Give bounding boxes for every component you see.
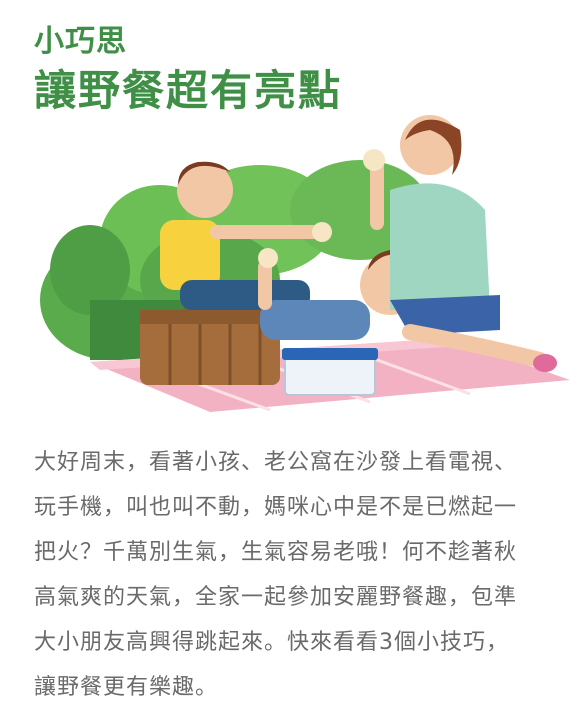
- body-line: 讓野餐更有樂趣。: [34, 675, 219, 700]
- article-page: 小巧思 讓野餐超有亮點 大好周末，看著小孩、老公窩在沙發上看電視、 玩手機，叫也…: [0, 0, 581, 708]
- body-line: 大好周末，看著小孩、老公窩在沙發上看電視、: [34, 450, 518, 475]
- article-kicker: 小巧思: [34, 24, 127, 59]
- mother: [363, 115, 557, 372]
- body-line: 把火？千萬別生氣，生氣容易老哦！何不趁著秋: [34, 540, 518, 565]
- body-line: 玩手機，叫也叫不動，媽咪心中是不是已燃起一: [34, 495, 518, 520]
- family-picnic-illustration: [40, 115, 570, 412]
- body-line: 大小朋友高興得跳起來。快來看看3個小技巧，: [34, 630, 509, 655]
- body-line: 高氣爽的天氣，全家一起參加安麗野餐趣，包準: [34, 585, 518, 610]
- article-body: 大好周末，看著小孩、老公窩在沙發上看電視、 玩手機，叫也叫不動，媽咪心中是不是已…: [34, 440, 554, 710]
- food-container: [282, 348, 378, 396]
